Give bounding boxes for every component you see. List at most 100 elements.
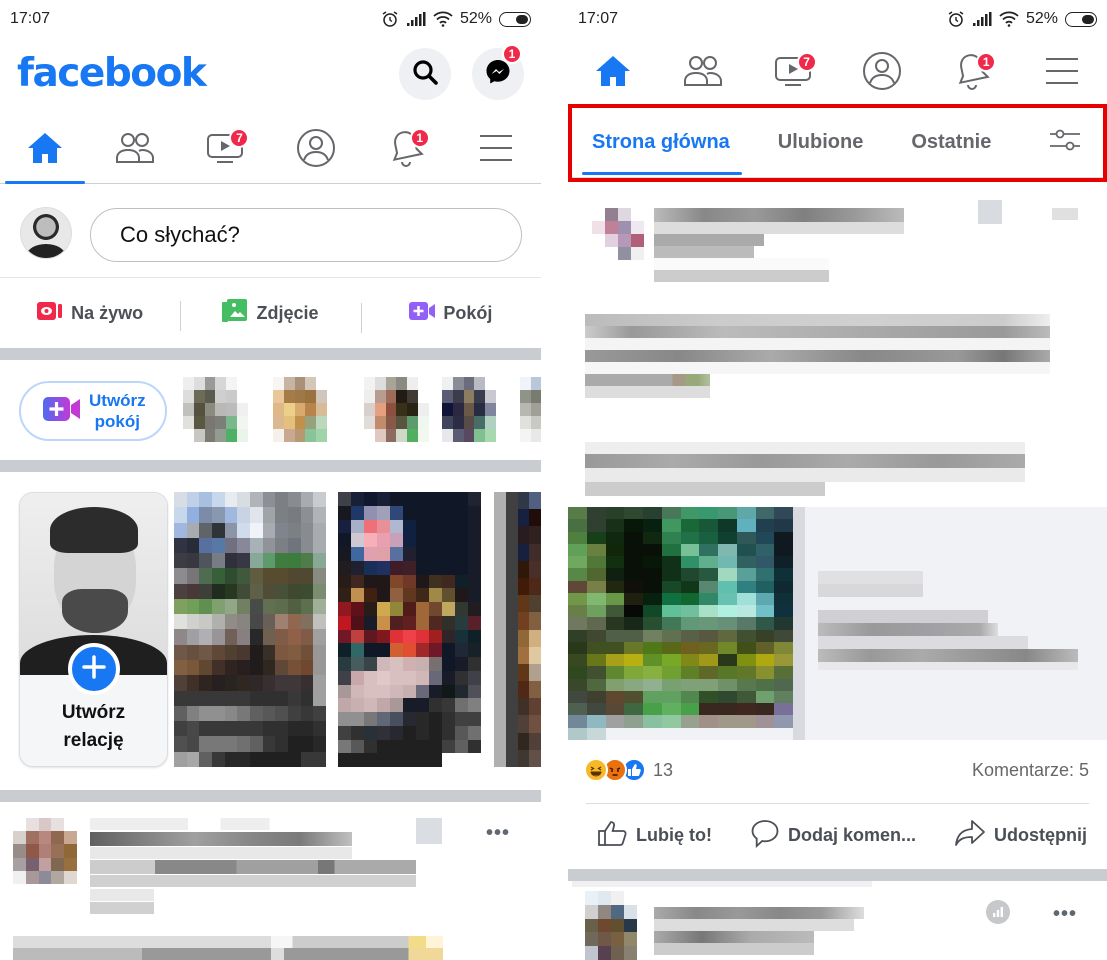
pixel-block <box>288 721 301 737</box>
pixel-block <box>643 678 662 691</box>
nav-notifications[interactable]: 1 <box>361 118 451 183</box>
room-contact-avatar[interactable] <box>520 377 541 442</box>
pixel-block <box>338 739 351 754</box>
tab-recent[interactable]: Ostatnie <box>911 108 991 177</box>
nav-home[interactable] <box>0 118 90 184</box>
room-contact-avatar[interactable] <box>183 377 248 442</box>
pixel-block <box>530 390 541 403</box>
messenger-button[interactable]: 1 <box>472 44 524 100</box>
pixel-block <box>262 690 276 706</box>
like-button[interactable]: Lubię to! <box>598 819 712 852</box>
live-video-button[interactable]: Na żywo <box>0 301 180 326</box>
story-card[interactable] <box>494 492 541 767</box>
comments-count[interactable]: Komentarze: 5 <box>972 760 1089 781</box>
post-author-avatar[interactable] <box>585 891 637 960</box>
pixel-block <box>51 844 65 858</box>
pixel-block <box>273 377 284 390</box>
nav-menu[interactable] <box>451 118 541 183</box>
nav-friends[interactable] <box>658 42 748 104</box>
whats-on-your-mind-input[interactable]: Co słychać? <box>90 208 522 262</box>
pixel-block <box>186 705 200 722</box>
pixel-block <box>193 377 205 390</box>
room-button[interactable]: Pokój <box>360 301 541 333</box>
feed-filter-button[interactable] <box>1049 128 1081 157</box>
post-author-avatar[interactable] <box>13 818 77 884</box>
pixel-block <box>25 818 39 832</box>
pixel-block <box>212 522 225 538</box>
pixel-block <box>468 492 481 506</box>
pixel-block <box>568 519 587 532</box>
pixel-block <box>517 577 530 596</box>
pixel-block <box>364 533 377 547</box>
pixel-block <box>237 377 248 390</box>
pixel-block <box>736 531 756 544</box>
tab-home-feed[interactable]: Strona główna <box>582 108 742 177</box>
nav-menu[interactable] <box>1017 42 1107 104</box>
pixel-block <box>605 666 625 679</box>
pixel-block <box>25 844 39 858</box>
post-more-button[interactable]: ••• <box>1053 903 1077 926</box>
post-author-avatar[interactable] <box>592 208 644 260</box>
pixel-block <box>224 614 238 630</box>
pixel-block <box>517 646 530 664</box>
create-room-button[interactable]: Utwórz pokój <box>19 381 167 441</box>
pixel-block <box>351 615 364 630</box>
pixel-block <box>275 614 288 630</box>
pixel-block <box>224 553 238 569</box>
pixel-block <box>624 690 643 704</box>
comment-button[interactable]: Dodaj komen... <box>750 818 916 853</box>
link-preview[interactable] <box>568 507 1107 740</box>
pixel-block <box>273 390 284 403</box>
user-avatar[interactable] <box>20 207 72 259</box>
signal-icon <box>972 12 992 26</box>
pixel-block <box>38 870 52 884</box>
room-contact-avatar[interactable] <box>442 377 507 442</box>
pixel-block <box>755 690 775 704</box>
post-insights-icon[interactable] <box>986 900 1010 924</box>
pixel-block <box>418 429 429 442</box>
nav-watch[interactable]: 7 <box>748 42 838 104</box>
pixel-block <box>680 629 700 642</box>
nav-profile[interactable] <box>837 42 927 104</box>
pixel-block <box>586 678 606 691</box>
reaction-count: 13 <box>653 759 674 780</box>
nav-home[interactable] <box>568 42 658 104</box>
pixel-block <box>568 666 587 679</box>
room-contact-avatar[interactable] <box>273 377 338 442</box>
pixel-block <box>390 753 403 767</box>
pixel-block <box>485 377 497 390</box>
reactions-button[interactable]: 13 <box>584 758 673 782</box>
facebook-logo[interactable]: facebook <box>17 51 207 96</box>
share-button[interactable]: Udostępnij <box>954 819 1087 852</box>
pixel-block <box>661 605 681 618</box>
nav-watch[interactable]: 7 <box>180 118 270 183</box>
add-story-button[interactable] <box>67 643 120 695</box>
search-button[interactable] <box>399 48 451 100</box>
nav-profile[interactable] <box>271 118 361 183</box>
photo-button[interactable]: Zdjęcie <box>180 299 360 331</box>
room-contact-avatar[interactable] <box>364 377 429 442</box>
post-more-button[interactable]: ••• <box>486 822 510 845</box>
pixel-block <box>661 654 681 667</box>
pixel-block <box>517 629 530 647</box>
pixel-block <box>736 519 756 532</box>
pixel-block <box>199 522 212 538</box>
pixel-block <box>455 739 468 754</box>
story-card[interactable] <box>338 492 481 767</box>
pixel-block <box>183 403 194 416</box>
story-card[interactable] <box>174 492 326 767</box>
pixel-block <box>288 644 301 661</box>
pixel-block <box>718 690 737 704</box>
pixel-block <box>442 643 455 657</box>
pixel-block <box>224 568 238 584</box>
pixel-block <box>288 614 301 630</box>
tab-favorites[interactable]: Ulubione <box>778 108 864 177</box>
create-story-card[interactable]: Utwórz relację <box>19 492 168 767</box>
pixel-block <box>568 629 587 642</box>
pixel-block <box>699 543 718 557</box>
pixel-block <box>680 654 700 667</box>
nav-notifications[interactable]: 1 <box>927 42 1017 104</box>
pixel-block <box>283 377 295 390</box>
pixel-block <box>186 614 200 630</box>
nav-friends[interactable] <box>90 118 180 183</box>
